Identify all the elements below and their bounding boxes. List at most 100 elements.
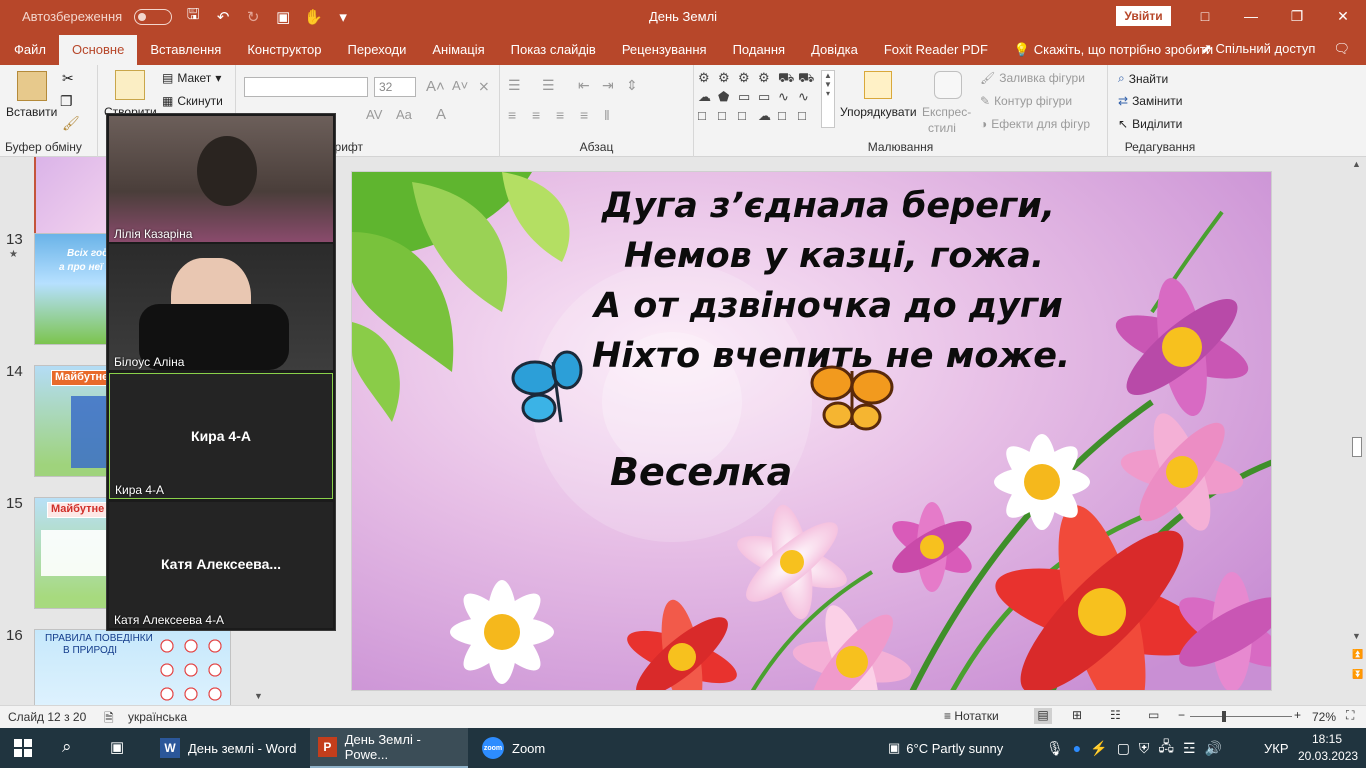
windows-start-icon[interactable] — [14, 739, 32, 757]
align-left-icon[interactable]: ≡ — [508, 107, 516, 123]
tab-foxit[interactable]: Foxit Reader PDF — [871, 35, 1001, 65]
justify-icon[interactable]: ≡ — [580, 107, 588, 123]
paste-button[interactable]: Вставити — [6, 105, 57, 119]
shapes-gallery-scroll[interactable]: ▲ ▼ ▾ — [821, 70, 835, 128]
rectangle-shape-icon[interactable]: ▭ — [738, 89, 758, 108]
wave-shape-icon[interactable]: ∿ — [778, 89, 798, 108]
autosave-toggle[interactable] — [134, 8, 173, 25]
taskbar-app-zoom[interactable]: zoom Zoom — [474, 728, 553, 768]
minimize-button[interactable]: — — [1228, 0, 1274, 33]
zoom-video-gallery[interactable]: Лілія Казаріна Білоус Аліна Кира 4-А Кир… — [106, 113, 336, 631]
poem-line-4[interactable]: Ніхто вчепить не може. — [592, 336, 1070, 376]
notes-button[interactable]: ≡ Нотатки — [944, 709, 999, 723]
columns-icon[interactable]: ‖ — [604, 107, 610, 123]
save-icon[interactable]: 🖫 — [184, 4, 202, 29]
sign-in-button[interactable]: Увійти — [1116, 6, 1171, 26]
fit-to-window-icon[interactable]: ⛶ — [1346, 708, 1354, 723]
zoom-slider[interactable] — [1190, 716, 1292, 717]
scroll-thumb[interactable] — [1352, 437, 1362, 457]
callout-shape-icon[interactable]: □ — [798, 108, 818, 127]
callout-shape-icon[interactable]: □ — [738, 108, 758, 127]
comments-icon[interactable]: 🗨 — [1333, 41, 1350, 57]
tab-slide-show[interactable]: Показ слайдів — [498, 35, 609, 65]
taskbar-app-word[interactable]: W День землі - Word — [152, 728, 304, 768]
font-color-icon[interactable]: A — [436, 106, 446, 123]
font-size-combo[interactable]: 32 — [374, 77, 416, 97]
participant-tile[interactable]: Лілія Казаріна — [109, 116, 333, 242]
riddle-answer[interactable]: Веселка — [610, 450, 792, 494]
tab-help[interactable]: Довідка — [798, 35, 871, 65]
increase-indent-icon[interactable]: ⇥ — [602, 77, 614, 94]
tab-home[interactable]: Основне — [58, 35, 138, 65]
rectangle-shape-icon[interactable]: ▭ — [758, 89, 778, 108]
replace-button[interactable]: ⇄ Замінити — [1118, 94, 1182, 108]
change-case-icon[interactable]: Aa — [396, 107, 412, 122]
shapes-gallery[interactable]: ⚙ ⚙ ⚙ ⚙ ⛟ ⛟ ☁ ⬟ ▭ ▭ ∿ ∿ □ □ □ ☁ □ □ — [698, 70, 818, 127]
taskbar-app-powerpoint[interactable]: P День Землі - Powe... — [310, 728, 468, 768]
layout-button[interactable]: ▤ Макет ▾ — [162, 71, 221, 85]
character-spacing-icon[interactable]: AV — [366, 107, 382, 122]
gear-shape-icon[interactable]: ⚙ — [698, 70, 718, 89]
usb-icon[interactable]: ⚡ — [1090, 740, 1107, 757]
callout-shape-icon[interactable]: □ — [718, 108, 738, 127]
cut-icon[interactable]: ✂ — [62, 70, 74, 87]
start-from-beginning-icon[interactable]: ▣ — [274, 8, 292, 26]
customize-toolbar-icon[interactable]: ▾ — [334, 8, 352, 26]
zoom-slider-thumb[interactable] — [1222, 711, 1226, 722]
tab-view[interactable]: Подання — [720, 35, 799, 65]
zoom-out-icon[interactable]: − — [1178, 708, 1185, 722]
arrange-button[interactable]: Упорядкувати — [840, 105, 917, 119]
close-button[interactable]: ✕ — [1320, 0, 1366, 33]
bullets-icon[interactable]: ☰ — [508, 77, 521, 94]
slide-sorter-icon[interactable]: ⊞ — [1072, 708, 1082, 722]
callout-shape-icon[interactable]: □ — [778, 108, 798, 127]
current-slide[interactable]: Дуга з’єднала береги, Немов у казці, гож… — [351, 171, 1272, 691]
format-painter-icon[interactable]: 🖌 — [62, 115, 80, 132]
restore-button[interactable]: ❐ — [1274, 0, 1320, 33]
next-slide-icon[interactable]: ⏬ — [1352, 669, 1363, 680]
line-spacing-icon[interactable]: ⇕ — [626, 77, 638, 94]
quick-styles-icon[interactable] — [934, 71, 962, 99]
tab-insert[interactable]: Вставлення — [137, 35, 234, 65]
car-shape-icon[interactable]: ⛟ — [778, 70, 798, 89]
increase-font-size-icon[interactable]: A˄ — [426, 78, 445, 95]
shield-icon[interactable]: ⛨ — [1139, 740, 1150, 757]
ribbon-display-options-icon[interactable]: □ — [1182, 0, 1228, 33]
cloud-shape-icon[interactable]: ☁ — [698, 89, 718, 108]
volume-icon[interactable]: 🔊 — [1205, 740, 1222, 757]
share-button[interactable]: ⬈ Спільний доступ — [1201, 41, 1315, 57]
slide-show-icon[interactable]: ▭ — [1148, 708, 1159, 722]
paste-icon[interactable] — [17, 71, 47, 101]
wave-shape-icon[interactable]: ∿ — [798, 89, 818, 108]
quick-styles-label-1[interactable]: Експрес- — [922, 105, 971, 119]
shape-fill-button[interactable]: 🖌 Заливка фігури — [980, 71, 1085, 85]
zoom-in-icon[interactable]: + — [1294, 708, 1301, 722]
poem-line-3[interactable]: А от дзвіночка до дуги — [594, 286, 1063, 326]
poem-line-2[interactable]: Немов у казці, гожа. — [624, 236, 1044, 276]
poem-line-1[interactable]: Дуга з’єднала береги, — [602, 186, 1055, 226]
language-indicator[interactable]: українська — [128, 710, 187, 724]
tab-review[interactable]: Рецензування — [609, 35, 720, 65]
previous-slide-icon[interactable]: ⏫ — [1352, 649, 1363, 660]
tab-animations[interactable]: Анімація — [419, 35, 497, 65]
clock[interactable]: 18:15 20.03.2023 — [1298, 731, 1358, 765]
tab-transitions[interactable]: Переходи — [334, 35, 419, 65]
undo-icon[interactable]: ↶ — [214, 8, 232, 26]
callout-shape-icon[interactable]: □ — [698, 108, 718, 127]
car-shape-icon[interactable]: ⛟ — [798, 70, 818, 89]
reading-view-icon[interactable]: ☷ — [1110, 708, 1121, 722]
tab-design[interactable]: Конструктор — [234, 35, 334, 65]
participant-tile-active-speaker[interactable]: Кира 4-А Кира 4-А — [109, 373, 333, 499]
clear-formatting-icon[interactable]: ⨯ — [478, 78, 490, 95]
search-icon[interactable]: ⌕ — [62, 737, 72, 757]
network-icon[interactable]: 🖧 — [1158, 736, 1174, 760]
pentagon-shape-icon[interactable]: ⬟ — [718, 89, 738, 108]
zoom-level[interactable]: 72% — [1312, 710, 1336, 724]
weather-widget[interactable]: ▣ 6°C Partly sunny — [888, 728, 1003, 768]
align-center-icon[interactable]: ≡ — [532, 107, 540, 123]
gear-shape-icon[interactable]: ⚙ — [718, 70, 738, 89]
font-family-combo[interactable] — [244, 77, 368, 97]
copy-icon[interactable]: ❐ — [60, 93, 73, 110]
slide-thumbnail-16[interactable]: ПРАВИЛА ПОВЕДІНКИ В ПРИРОДІ — [34, 629, 231, 705]
scroll-up-icon[interactable]: ▲ — [1352, 159, 1361, 169]
